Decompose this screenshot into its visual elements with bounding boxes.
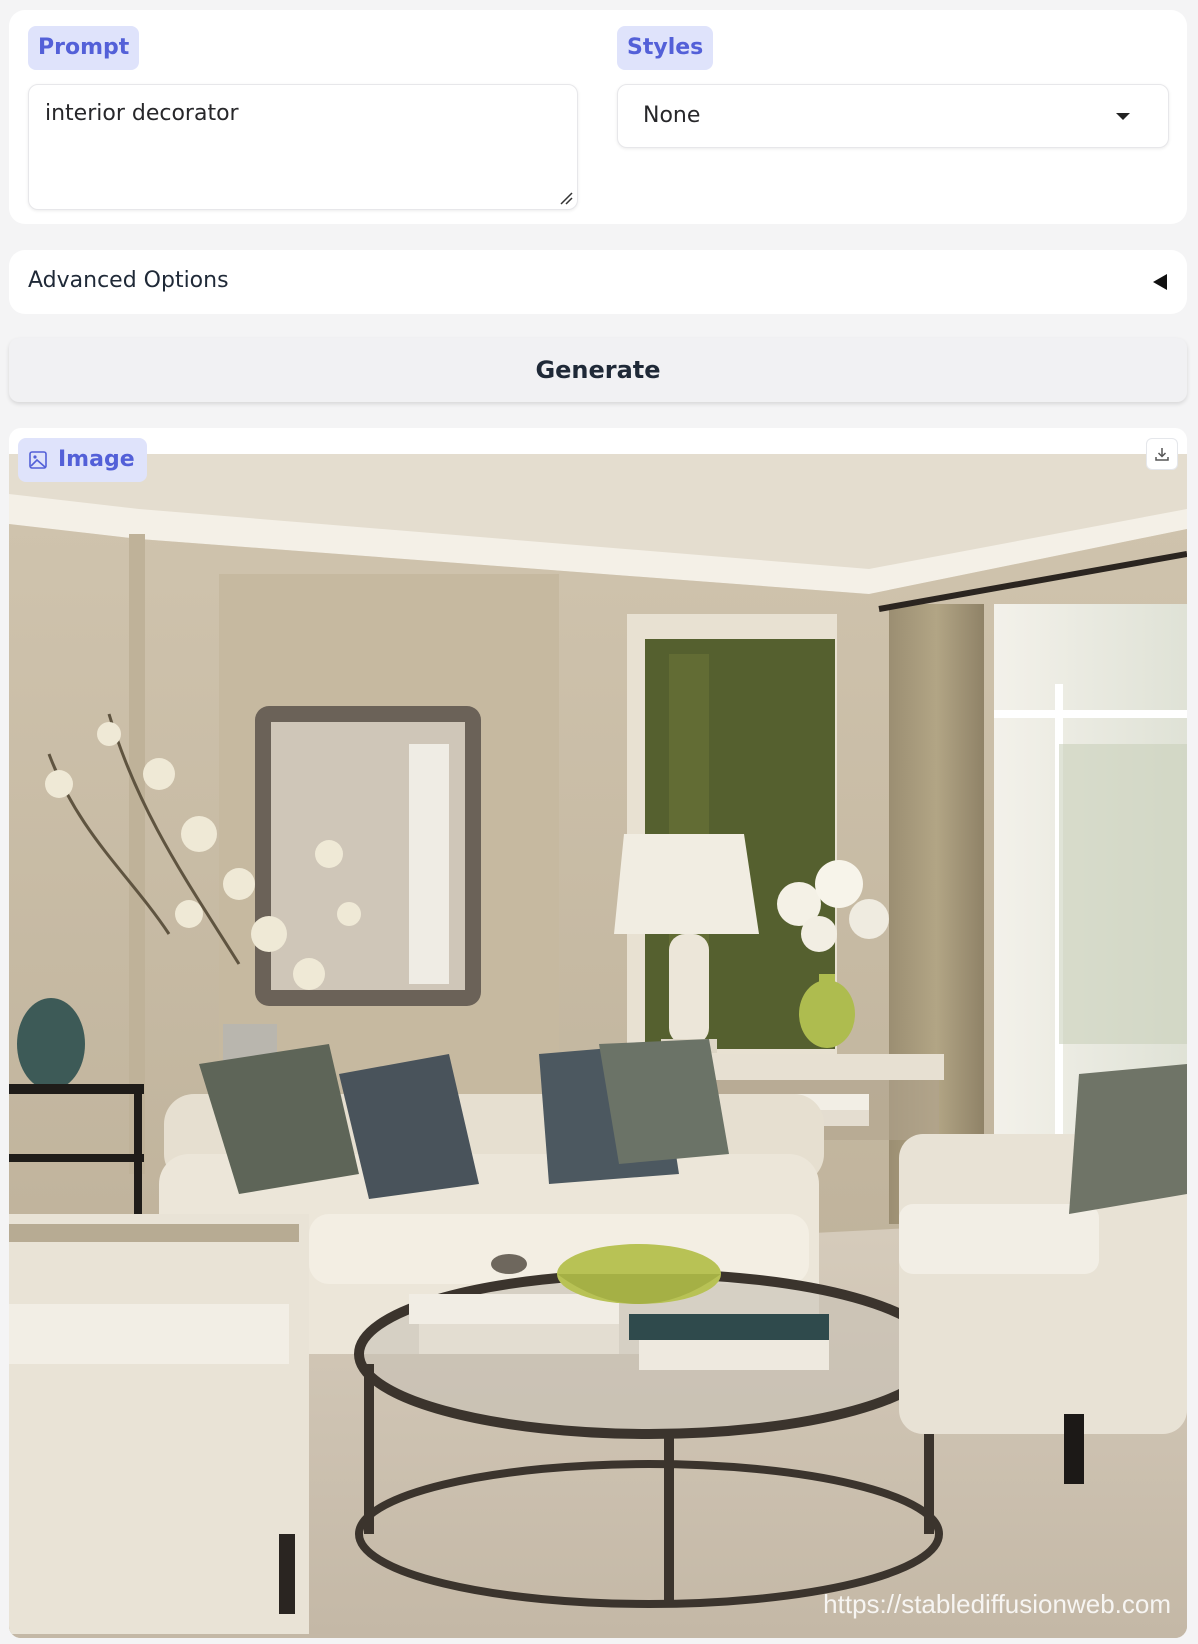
prompt-label: Prompt	[28, 26, 140, 70]
caret-down-icon	[1116, 113, 1130, 120]
styles-dropdown[interactable]: None	[617, 84, 1169, 148]
download-icon	[1155, 448, 1169, 461]
advanced-options-label: Advanced Options	[28, 268, 229, 293]
download-button[interactable]	[1146, 438, 1178, 470]
image-label: Image	[58, 447, 135, 472]
advanced-options-accordion[interactable]: Advanced Options	[9, 250, 1187, 314]
caret-left-icon	[1153, 274, 1167, 290]
prompt-value: interior decorator	[45, 101, 239, 126]
generate-button[interactable]: Generate	[9, 338, 1187, 402]
image-output-panel: Image https://stablediffusionweb.com	[9, 428, 1187, 1638]
prompt-textarea[interactable]: interior decorator	[28, 84, 578, 210]
prompt-styles-panel: Prompt interior decorator Styles None	[9, 10, 1187, 224]
image-icon	[29, 451, 47, 469]
resize-handle-icon[interactable]	[559, 191, 573, 205]
generated-room-image	[9, 454, 1187, 1638]
watermark-text: https://stablediffusionweb.com	[823, 1589, 1171, 1619]
styles-label: Styles	[617, 26, 714, 70]
image-label-chip: Image	[18, 438, 147, 482]
styles-selected-value: None	[643, 103, 701, 128]
